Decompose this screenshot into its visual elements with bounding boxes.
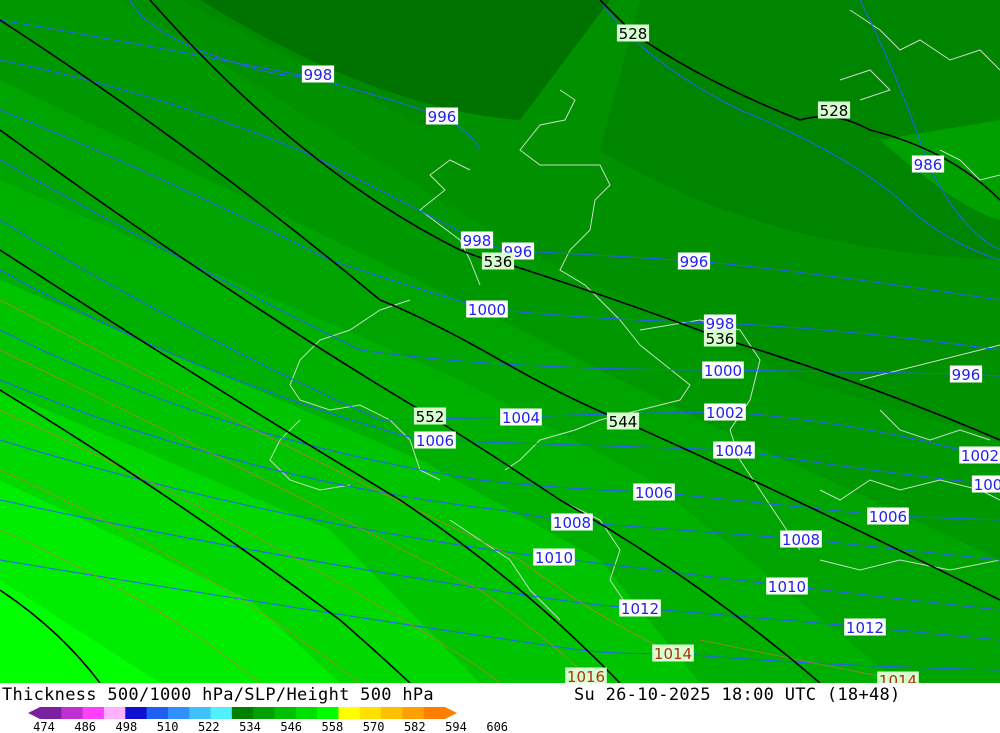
- isobar-label: 1002: [706, 404, 744, 422]
- legend-arrow-left: [28, 707, 40, 719]
- legend-swatch: [338, 707, 361, 719]
- isobar-label: 1006: [869, 508, 907, 526]
- legend-tick-label: 558: [322, 720, 344, 733]
- thickness-label: 1016: [567, 668, 605, 683]
- legend-tick-label: 534: [239, 720, 261, 733]
- isobar-label: 996: [428, 108, 457, 126]
- map-footer: Thickness 500/1000 hPa/SLP/Height 500 hP…: [0, 683, 1000, 733]
- legend-tick-label: 594: [445, 720, 467, 733]
- isobar-label: 1000: [468, 301, 506, 319]
- isobar-label: 1000: [704, 362, 742, 380]
- legend-swatch: [61, 707, 84, 719]
- legend-tick-label: 498: [116, 720, 138, 733]
- legend-tick-label: 546: [280, 720, 302, 733]
- legend-tick-label: 486: [74, 720, 96, 733]
- isobar-label: 100: [974, 476, 1000, 494]
- legend-tick-label: 522: [198, 720, 220, 733]
- height-label: 528: [820, 102, 849, 120]
- legend-swatch: [402, 707, 425, 719]
- height-label: 552: [416, 408, 445, 426]
- legend-tick-label: 570: [363, 720, 385, 733]
- legend-swatch: [274, 707, 297, 719]
- legend-tick-label: 474: [33, 720, 55, 733]
- isobar-label: 1006: [635, 484, 673, 502]
- legend-swatch: [125, 707, 148, 719]
- legend-swatch: [317, 707, 339, 719]
- legend-tick-label: 606: [486, 720, 508, 733]
- legend-swatch: [82, 707, 105, 719]
- isobar-label: 1012: [621, 600, 659, 618]
- isobar-label: 1006: [416, 432, 454, 450]
- isobar-label: 1008: [553, 514, 591, 532]
- legend-swatch: [167, 707, 190, 719]
- legend-swatch: [253, 707, 275, 719]
- legend-tick-label: 510: [157, 720, 179, 733]
- weather-map: 9989969989969961000998100010021004100610…: [0, 0, 1000, 683]
- legend-swatch: [295, 707, 318, 719]
- legend-swatch: [359, 707, 382, 719]
- isobar-label: 1004: [715, 442, 753, 460]
- product-title: Thickness 500/1000 hPa/SLP/Height 500 hP…: [2, 685, 434, 705]
- isobar-label: 1012: [846, 619, 884, 637]
- legend-arrow-right: [445, 707, 457, 719]
- thickness-label: 1014: [879, 672, 917, 683]
- height-label: 528: [619, 25, 648, 43]
- isobar-label: 998: [304, 66, 333, 84]
- height-label: 536: [706, 330, 735, 348]
- isobar-label: 1010: [535, 549, 573, 567]
- isobar-label: 996: [952, 366, 981, 384]
- legend-swatch: [210, 707, 233, 719]
- legend-swatch: [40, 707, 62, 719]
- thickness-color-legend: 474 486 498 510 522 534 546 558 570 582 594 606: [28, 707, 508, 733]
- legend-swatch: [103, 707, 126, 719]
- isobar-label: 1008: [782, 531, 820, 549]
- isobar-label: 1010: [768, 578, 806, 596]
- isobar-label: 1002: [961, 447, 999, 465]
- isobar-label: 986: [914, 156, 943, 174]
- legend-swatch: [423, 707, 446, 719]
- height-label: 536: [484, 253, 513, 271]
- legend-swatch: [189, 707, 212, 719]
- thickness-label: 1014: [654, 645, 692, 663]
- valid-time: Su 26-10-2025 18:00 UTC (18+48): [574, 685, 901, 705]
- height-label: 544: [609, 413, 638, 431]
- legend-tick-label: 582: [404, 720, 426, 733]
- isobar-label: 1004: [502, 409, 540, 427]
- legend-swatch: [146, 707, 169, 719]
- isobar-label: 998: [463, 232, 492, 250]
- isobar-label: 996: [680, 253, 709, 271]
- legend-swatch: [231, 707, 254, 719]
- legend-swatch: [381, 707, 403, 719]
